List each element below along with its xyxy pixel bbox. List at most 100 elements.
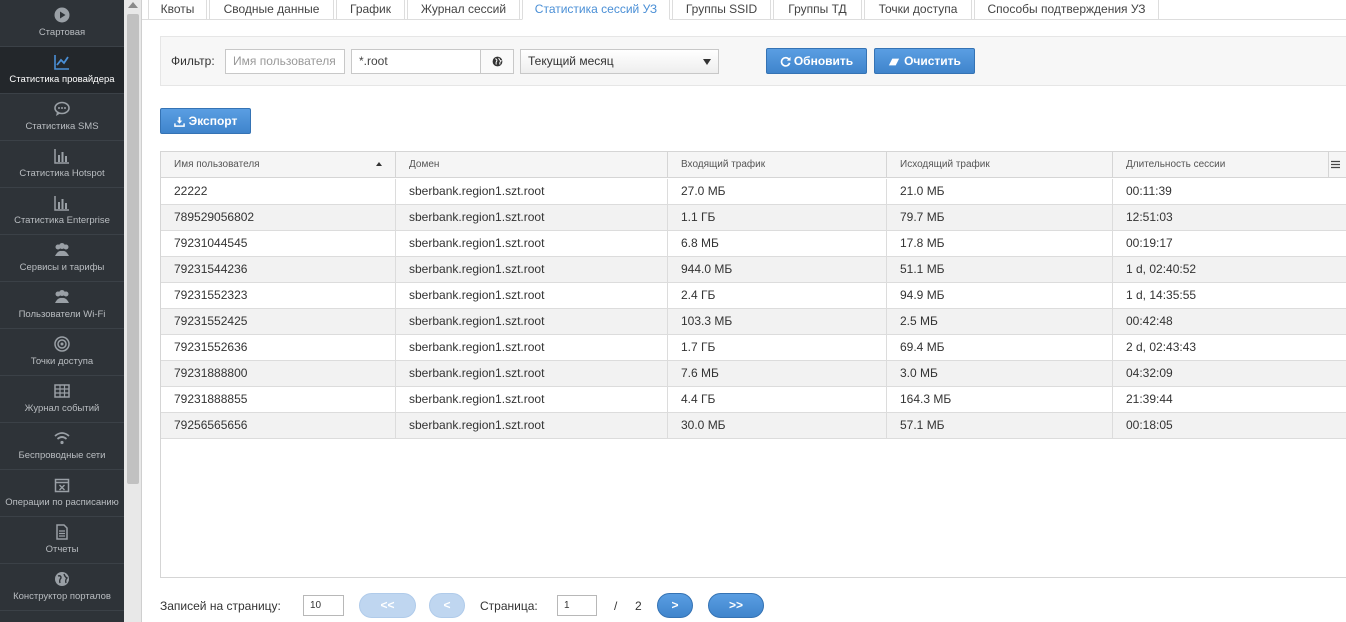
filter-bar: Фильтр: Имя пользователя *.root Текущий … xyxy=(160,36,1346,86)
export-button-label: Экспорт xyxy=(188,114,238,128)
globe-icon xyxy=(55,572,69,586)
sidebar-item-label: Статистика Enterprise xyxy=(14,215,110,226)
tab-quotas[interactable]: Квоты xyxy=(148,0,207,20)
bar-chart-icon xyxy=(54,196,69,211)
table-row[interactable]: 79231552636 sberbank.region1.szt.root 1.7 … xyxy=(161,335,1346,361)
sidebar-item-portal-builder[interactable]: Конструктор порталов xyxy=(0,564,124,611)
scroll-up-arrow-icon[interactable] xyxy=(128,2,138,8)
sidebar-item-label: Операции по расписанию xyxy=(5,497,119,508)
cell-username: 79231552636 xyxy=(161,335,396,361)
cell-incoming-traffic: 6.8 МБ xyxy=(668,231,887,257)
cell-domain: sberbank.region1.szt.root xyxy=(396,231,668,257)
tab-ap-groups[interactable]: Группы ТД xyxy=(773,0,862,20)
cell-outgoing-traffic: 51.1 МБ xyxy=(887,257,1113,283)
table-row[interactable]: 79231552425 sberbank.region1.szt.root 103.… xyxy=(161,309,1346,335)
cell-session-duration: 00:42:48 xyxy=(1126,314,1173,328)
sidebar-item-label: Пользователи Wi-Fi xyxy=(18,309,106,320)
table-row[interactable]: 79231552323 sberbank.region1.szt.root 2.4 … xyxy=(161,283,1346,309)
chat-bubble-icon xyxy=(54,101,70,116)
page-number-input[interactable]: 1 xyxy=(557,595,597,616)
eraser-icon xyxy=(888,58,900,66)
last-page-button[interactable]: >> xyxy=(708,593,764,618)
table-row[interactable]: 79231044545 sberbank.region1.szt.root 6.8 … xyxy=(161,231,1346,257)
column-header-duration[interactable]: Длительность сессии xyxy=(1113,152,1329,178)
play-circle-icon xyxy=(54,7,70,23)
cell-incoming-traffic: 103.3 МБ xyxy=(668,309,887,335)
tab-access-points[interactable]: Точки доступа xyxy=(864,0,972,20)
tab-ssid-groups[interactable]: Группы SSID xyxy=(672,0,771,20)
sidebar-item-event-log[interactable]: Журнал событий xyxy=(0,376,124,423)
cell-session-duration: 2 d, 02:43:43 xyxy=(1126,340,1197,354)
users-icon xyxy=(55,290,69,303)
tab-account-session-stats[interactable]: Статистика сессий УЗ xyxy=(522,0,670,20)
sidebar-item-label: Беспроводные сети xyxy=(18,450,106,461)
cell-domain: sberbank.region1.szt.root xyxy=(396,361,668,387)
per-page-input[interactable]: 10 xyxy=(303,595,344,616)
total-pages: 2 xyxy=(635,599,642,613)
sidebar-item-scheduled[interactable]: Операции по расписанию xyxy=(0,470,124,517)
cell-session-duration: 12:51:03 xyxy=(1126,210,1173,224)
sidebar-item-access-points[interactable]: Точки доступа xyxy=(0,329,124,376)
cell-outgoing-traffic: 94.9 МБ xyxy=(887,283,1113,309)
column-menu-icon[interactable] xyxy=(1331,160,1340,169)
sidebar-item-label: Точки доступа xyxy=(30,356,94,367)
sidebar-item-sms-stats[interactable]: Статистика SMS xyxy=(0,94,124,141)
next-page-button[interactable]: > xyxy=(657,593,693,618)
export-button[interactable]: Экспорт xyxy=(160,108,251,134)
sidebar-scrollbar[interactable] xyxy=(124,0,142,622)
cell-domain: sberbank.region1.szt.root xyxy=(396,257,668,283)
cell-incoming-traffic: 7.6 МБ xyxy=(668,361,887,387)
domain-picker-button[interactable] xyxy=(480,49,514,74)
tab-confirmation-methods[interactable]: Способы подтверждения УЗ xyxy=(974,0,1159,20)
cell-username: 789529056802 xyxy=(161,205,396,231)
page-label: Страница: xyxy=(480,599,538,613)
column-header-outgoing[interactable]: Исходящий трафик xyxy=(887,152,1113,178)
cell-session-duration: 1 d, 02:40:52 xyxy=(1126,262,1197,276)
sidebar-item-services[interactable]: Сервисы и тарифы xyxy=(0,235,124,282)
column-header-incoming[interactable]: Входящий трафик xyxy=(668,152,887,178)
first-page-button[interactable]: << xyxy=(359,593,416,618)
prev-page-button[interactable]: < xyxy=(429,593,465,618)
tab-bar: Квоты Сводные данные График Журнал сесси… xyxy=(142,0,1346,20)
sidebar-item-start[interactable]: Стартовая xyxy=(0,0,124,47)
refresh-button-label: Обновить xyxy=(793,54,854,68)
cell-domain: sberbank.region1.szt.root xyxy=(396,413,668,439)
table-row[interactable]: 789529056802 sberbank.region1.szt.root 1.1… xyxy=(161,205,1346,231)
period-select[interactable]: Текущий месяц xyxy=(520,49,719,74)
tab-session-log[interactable]: Журнал сессий xyxy=(407,0,520,20)
filter-label: Фильтр: xyxy=(171,54,215,68)
table-row[interactable]: 79231888855 sberbank.region1.szt.root 4.4 … xyxy=(161,387,1346,413)
sidebar-item-enterprise-stats[interactable]: Статистика Enterprise xyxy=(0,188,124,235)
wifi-icon xyxy=(54,432,70,445)
table-row[interactable]: 79256565656 sberbank.region1.szt.root 30.0… xyxy=(161,413,1346,439)
tab-summary[interactable]: Сводные данные xyxy=(209,0,334,20)
table-row[interactable]: 79231888800 sberbank.region1.szt.root 7.6 … xyxy=(161,361,1346,387)
cell-domain: sberbank.region1.szt.root xyxy=(396,335,668,361)
tab-graph[interactable]: График xyxy=(336,0,405,20)
sort-ascending-icon xyxy=(376,162,382,166)
username-filter-input[interactable]: Имя пользователя xyxy=(225,49,345,74)
sidebar-item-wireless[interactable]: Беспроводные сети xyxy=(0,423,124,470)
column-header-domain[interactable]: Домен xyxy=(396,152,668,178)
clear-button[interactable]: Очистить xyxy=(874,48,975,74)
table-row[interactable]: 22222 sberbank.region1.szt.root 27.0 МБ 21.… xyxy=(161,179,1346,205)
table-row[interactable]: 79231544236 sberbank.region1.szt.root 944.… xyxy=(161,257,1346,283)
cell-outgoing-traffic: 164.3 МБ xyxy=(887,387,1113,413)
sidebar-item-label: Отчеты xyxy=(45,544,79,555)
sessions-table: Имя пользователя Домен Входящий трафик И… xyxy=(160,151,1346,578)
sidebar-item-reports[interactable]: Отчеты xyxy=(0,517,124,564)
sidebar-item-label: Статистика провайдера xyxy=(9,74,115,85)
table-header: Имя пользователя Домен Входящий трафик И… xyxy=(161,152,1346,178)
globe-icon xyxy=(492,56,503,67)
column-header-username[interactable]: Имя пользователя xyxy=(161,152,396,178)
cell-outgoing-traffic: 2.5 МБ xyxy=(887,309,1113,335)
cell-incoming-traffic: 2.4 ГБ xyxy=(668,283,887,309)
cell-outgoing-traffic: 3.0 МБ xyxy=(887,361,1113,387)
refresh-button[interactable]: Обновить xyxy=(766,48,867,74)
sidebar-item-hotspot-stats[interactable]: Статистика Hotspot xyxy=(0,141,124,188)
sidebar-item-wifi-users[interactable]: Пользователи Wi-Fi xyxy=(0,282,124,329)
scrollbar-thumb[interactable] xyxy=(127,14,139,484)
cell-outgoing-traffic: 69.4 МБ xyxy=(887,335,1113,361)
sidebar-item-provider-stats[interactable]: Статистика провайдера xyxy=(0,47,124,94)
domain-filter-input[interactable]: *.root xyxy=(351,49,481,74)
